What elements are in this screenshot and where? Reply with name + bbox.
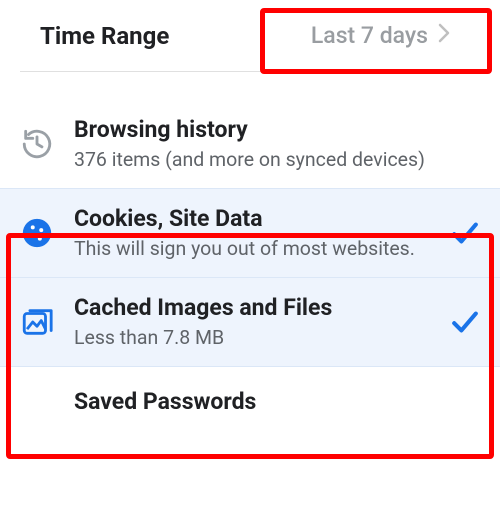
item-title: Cookies, Site Data	[74, 205, 436, 234]
images-icon	[20, 305, 74, 339]
item-browsing-history[interactable]: Browsing history 376 items (and more on …	[0, 100, 500, 188]
time-range-value: Last 7 days	[311, 22, 428, 49]
check-icon	[436, 310, 480, 334]
item-title: Browsing history	[74, 116, 436, 145]
check-icon	[436, 221, 480, 245]
item-title: Saved Passwords	[74, 388, 436, 417]
data-type-list: Browsing history 376 items (and more on …	[0, 100, 500, 437]
history-icon	[20, 127, 74, 161]
item-cookies[interactable]: Cookies, Site Data This will sign you ou…	[0, 188, 500, 278]
time-range-value-button[interactable]: Last 7 days	[301, 18, 460, 53]
item-saved-passwords[interactable]: Saved Passwords	[0, 367, 500, 437]
time-range-row[interactable]: Time Range Last 7 days	[20, 0, 480, 72]
item-subtitle: 376 items (and more on synced devices)	[74, 147, 436, 172]
cookie-icon	[20, 216, 74, 250]
time-range-label: Time Range	[40, 22, 301, 50]
item-cached-images[interactable]: Cached Images and Files Less than 7.8 MB	[0, 278, 500, 367]
item-subtitle: Less than 7.8 MB	[74, 325, 436, 350]
chevron-right-icon	[438, 22, 450, 49]
item-title: Cached Images and Files	[74, 294, 436, 323]
item-subtitle: This will sign you out of most websites.	[74, 236, 436, 261]
